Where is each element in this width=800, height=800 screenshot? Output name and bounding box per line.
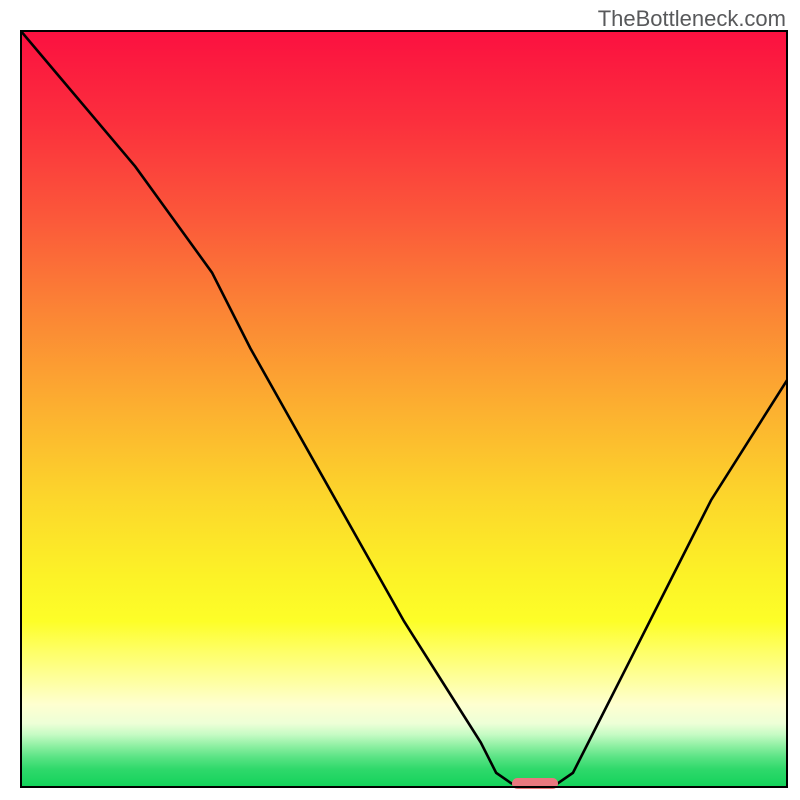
- curve-layer: [20, 30, 788, 788]
- bottleneck-curve: [20, 30, 788, 783]
- chart-canvas: TheBottleneck.com: [0, 0, 800, 800]
- target-band-marker: [512, 778, 558, 789]
- plot-area: [20, 30, 788, 788]
- watermark-text: TheBottleneck.com: [598, 6, 786, 32]
